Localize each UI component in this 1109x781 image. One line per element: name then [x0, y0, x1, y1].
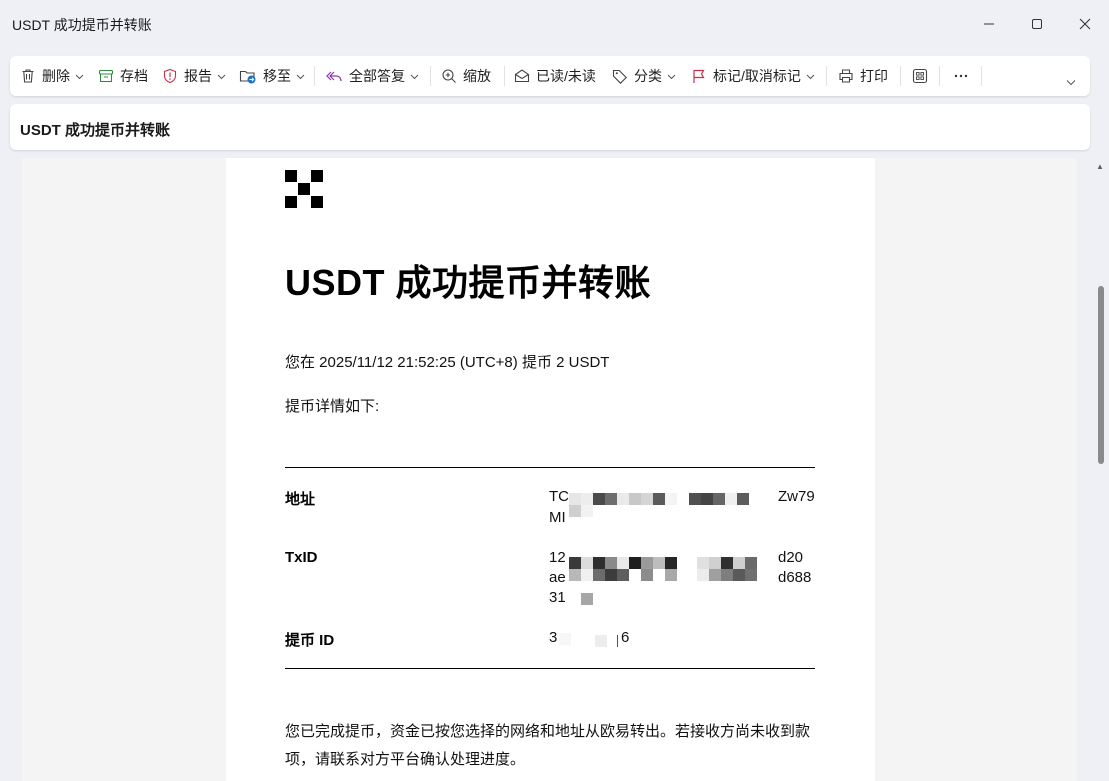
okx-logo	[285, 170, 323, 208]
read-unread-button[interactable]: 已读/未读	[514, 56, 596, 96]
more-horizontal-icon	[954, 74, 968, 78]
expand-toolbar-button[interactable]	[1066, 62, 1076, 102]
chevron-down-icon	[1066, 80, 1076, 86]
message-subject: USDT 成功提币并转账	[20, 122, 171, 139]
window-title: USDT 成功提币并转账	[12, 17, 152, 33]
more-options-button[interactable]	[953, 56, 969, 96]
zoom-in-icon	[442, 69, 456, 83]
minimize-icon	[984, 23, 994, 25]
title-bar: USDT 成功提币并转账	[0, 0, 1109, 48]
vertical-scrollbar[interactable]	[1094, 158, 1106, 781]
archive-icon	[98, 69, 114, 83]
chevron-down-icon	[217, 74, 226, 79]
email-body: USDT 成功提币并转账 您在 2025/11/12 21:52:25 (UTC…	[226, 158, 875, 781]
txid-label: TxID	[285, 549, 318, 566]
folder-move-icon	[239, 70, 256, 84]
close-icon	[1079, 18, 1091, 30]
email-headline: USDT 成功提币并转账	[285, 262, 652, 303]
trash-icon	[22, 69, 34, 83]
txid-part: d688	[778, 569, 812, 586]
maximize-icon	[1032, 19, 1042, 29]
toolbar-separator	[900, 66, 901, 86]
address-part: TC	[549, 488, 569, 505]
toolbar-separator	[939, 66, 940, 86]
chevron-down-icon	[667, 74, 676, 79]
toolbar-separator	[314, 66, 315, 86]
print-button[interactable]: 打印	[838, 56, 888, 96]
archive-button[interactable]: 存档	[98, 56, 148, 96]
subject-header: USDT 成功提币并转账	[10, 104, 1090, 150]
chevron-down-icon	[410, 74, 419, 79]
scroll-up-arrow[interactable]: ▲	[1096, 162, 1104, 171]
address-part: MI	[549, 509, 566, 526]
chevron-down-icon	[296, 74, 305, 79]
toolbar-separator	[826, 66, 827, 86]
chevron-down-icon	[75, 74, 84, 79]
toolbar-separator	[981, 66, 982, 86]
maximize-button[interactable]	[1014, 6, 1060, 42]
reading-pane[interactable]: USDT 成功提币并转账 您在 2025/11/12 21:52:25 (UTC…	[22, 158, 1077, 781]
flag-button[interactable]: 标记/取消标记	[691, 56, 815, 96]
apps-grid-icon	[912, 68, 928, 84]
delete-button[interactable]: 删除	[20, 56, 84, 96]
envelope-open-icon	[514, 69, 530, 83]
withdrawal-id-part: 3	[549, 629, 558, 646]
apps-button[interactable]	[912, 56, 928, 96]
txid-part: d20	[778, 549, 804, 566]
scrollbar-thumb[interactable]	[1098, 286, 1104, 464]
completion-notice: 您已完成提币，资金已按您选择的网络和地址从欧易转出。若接收方尚未收到款项，请联系…	[285, 723, 811, 768]
minimize-button[interactable]	[966, 6, 1012, 42]
flag-icon	[693, 69, 705, 83]
report-button[interactable]: 报告	[162, 56, 226, 96]
toolbar-separator	[504, 66, 505, 86]
address-label: 地址	[285, 491, 316, 508]
withdrawal-id-part: 6	[621, 629, 630, 646]
command-toolbar: 删除 存档 报告 移至 全部答复 缩放 已读/未读 分类 标记/取消标记 打印	[10, 56, 1090, 96]
withdrawal-summary: 您在 2025/11/12 21:52:25 (UTC+8) 提币 2 USDT	[285, 354, 610, 371]
txid-part: 31	[549, 589, 566, 606]
txid-part: ae	[549, 569, 566, 586]
details-heading: 提币详情如下:	[285, 398, 380, 415]
move-to-button[interactable]: 移至	[239, 56, 305, 96]
toolbar-separator	[430, 66, 431, 86]
tag-icon	[612, 69, 627, 84]
printer-icon	[839, 69, 853, 83]
close-button[interactable]	[1062, 6, 1108, 42]
reply-all-icon	[326, 71, 342, 82]
zoom-button[interactable]: 缩放	[441, 56, 491, 96]
withdrawal-id-label: 提币 ID	[285, 632, 335, 649]
categorize-button[interactable]: 分类	[612, 56, 676, 96]
shield-alert-icon	[163, 68, 177, 84]
reply-all-button[interactable]: 全部答复	[325, 56, 419, 96]
address-part: Zw79	[778, 488, 815, 505]
divider	[285, 467, 815, 468]
divider	[285, 668, 815, 669]
txid-part: 12	[549, 549, 566, 566]
chevron-down-icon	[806, 74, 815, 79]
